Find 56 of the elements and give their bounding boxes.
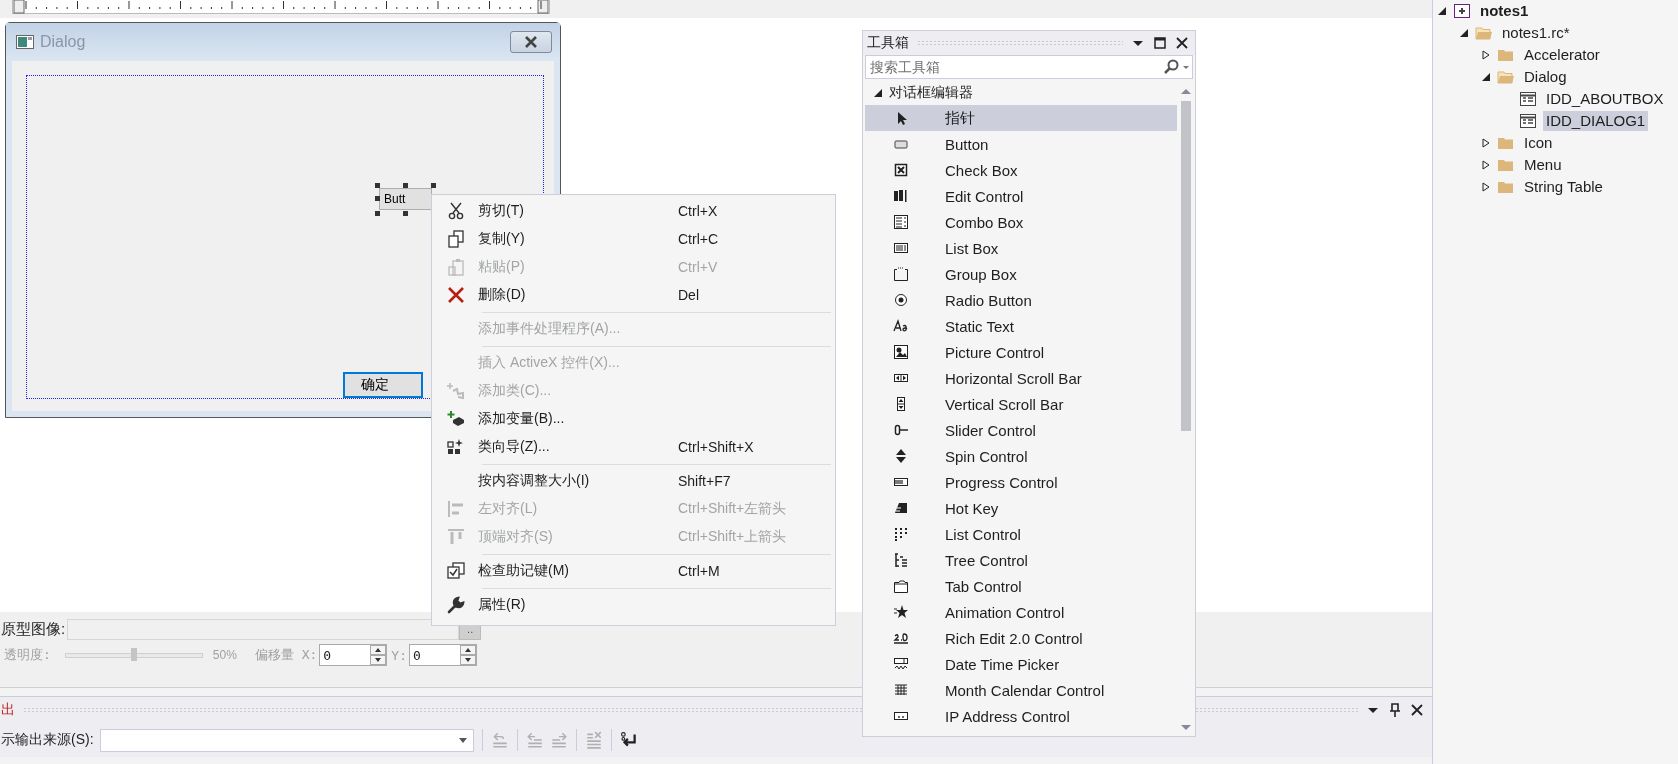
image-label: 原型图像: <box>1 619 66 639</box>
toolbox-item[interactable]: Radio Button <box>865 287 1177 313</box>
menu-command[interactable]: 属性(R) <box>434 591 833 619</box>
toolbox-item[interactable]: IP Address Control <box>865 703 1177 729</box>
search-field[interactable]: 搜索工具箱 <box>865 55 1193 79</box>
toolbox-item[interactable]: Check Box <box>865 157 1177 183</box>
menu-command[interactable]: 删除(D) Del <box>434 281 833 309</box>
toolbox-item[interactable]: Vertical Scroll Bar <box>865 391 1177 417</box>
toolbox-item[interactable]: List Box <box>865 235 1177 261</box>
offset-y-field[interactable]: 0 <box>409 644 477 666</box>
tree-item[interactable]: Menu <box>1521 155 1565 175</box>
toolbox-item[interactable]: List Control <box>865 521 1177 547</box>
toolbox-item[interactable]: Date Time Picker <box>865 651 1177 677</box>
tree-item[interactable]: Accelerator <box>1521 45 1603 65</box>
window-title: 工具箱 <box>867 34 909 52</box>
offset-y-label: Y: <box>391 647 407 663</box>
toolbox-item[interactable]: Rich Edit 2.0 Control <box>865 625 1177 651</box>
tree-item[interactable]: Dialog <box>1521 67 1570 87</box>
menu-command[interactable]: 添加变量(B)... <box>434 405 833 433</box>
tree-item[interactable]: notes1 <box>1477 1 1532 21</box>
offset-x-label: 偏移量 X: <box>254 646 318 664</box>
toolbox-item[interactable]: Hot Key <box>865 495 1177 521</box>
tree-item[interactable]: IDD_DIALOG1 <box>1543 111 1649 131</box>
toolbox-item[interactable]: Tree Control <box>865 547 1177 573</box>
toolbox-item[interactable]: Horizontal Scroll Bar <box>865 365 1177 391</box>
tree-item[interactable]: IDD_ABOUTBOX <box>1543 89 1667 109</box>
toolbox-item[interactable]: Button <box>865 131 1177 157</box>
toolbox-item[interactable]: Picture Control <box>865 339 1177 365</box>
menu-command[interactable]: 检查助记键(M) Ctrl+M <box>434 557 833 585</box>
dialog-title: Dialog <box>40 33 87 51</box>
toolbox-item[interactable]: Static Text <box>865 313 1177 339</box>
group-header[interactable]: 对话框编辑器 <box>889 84 973 102</box>
toolbox-item[interactable]: 指针 <box>865 105 1177 131</box>
offset-x-field[interactable]: 0 <box>319 644 388 666</box>
toolbox-item[interactable]: Progress Control <box>865 469 1177 495</box>
toolbox-item[interactable]: Group Box <box>865 261 1177 287</box>
panel-title: 出 <box>1 701 15 719</box>
tree-item[interactable]: String Table <box>1521 177 1606 197</box>
menu-command[interactable]: 按内容调整大小(I) Shift+F7 <box>434 467 833 495</box>
opacity-value: 50% <box>212 648 237 662</box>
menu-command[interactable]: 类向导(Z)... Ctrl+Shift+X <box>434 433 833 461</box>
menu-command[interactable]: 复制(Y) Ctrl+C <box>434 225 833 253</box>
toolbox-item[interactable]: Spin Control <box>865 443 1177 469</box>
tree-item[interactable]: notes1.rc* <box>1499 23 1573 43</box>
toolbox-item[interactable]: Month Calendar Control <box>865 677 1177 703</box>
dialog-button[interactable]: 确定 <box>343 372 423 398</box>
opacity-label: 透明度: <box>4 646 51 664</box>
dialog-button[interactable]: Butt <box>379 188 432 210</box>
toolbox-item[interactable]: Slider Control <box>865 417 1177 443</box>
source-label: 示输出来源(S): <box>1 731 94 749</box>
toolbox-item[interactable]: Edit Control <box>865 183 1177 209</box>
toolbox-item[interactable]: Animation Control <box>865 599 1177 625</box>
tree-item[interactable]: Icon <box>1521 133 1556 153</box>
menu-command[interactable]: 剪切(T) Ctrl+X <box>434 197 833 225</box>
toolbox-item[interactable]: Combo Box <box>865 209 1177 235</box>
toolbox-item[interactable]: Tab Control <box>865 573 1177 599</box>
